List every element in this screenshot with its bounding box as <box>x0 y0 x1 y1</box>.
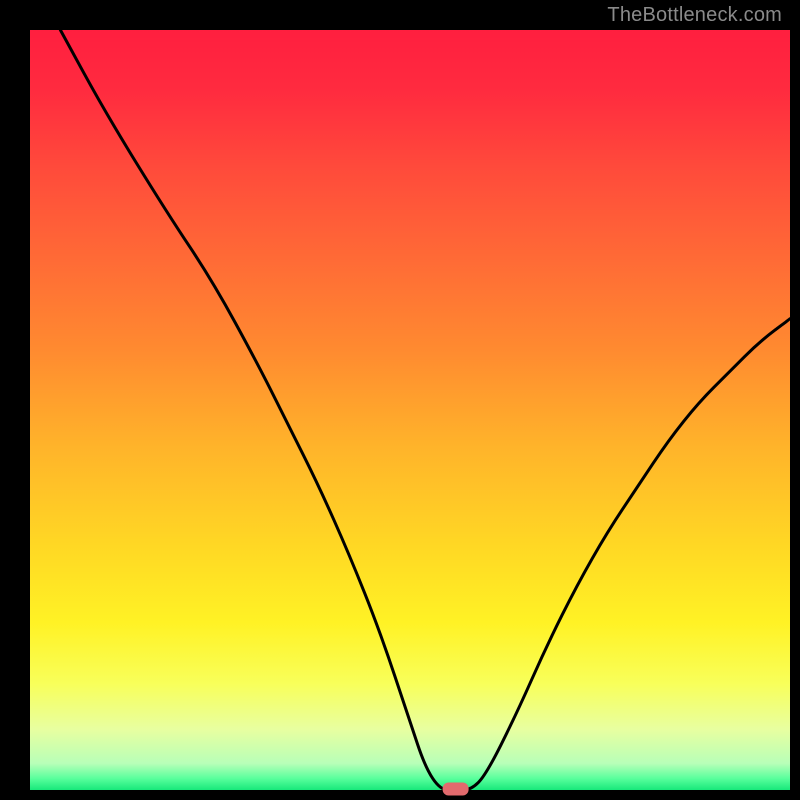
plot-background <box>30 30 790 790</box>
bottleneck-chart <box>0 0 800 800</box>
optimal-marker <box>443 783 469 796</box>
chart-container: TheBottleneck.com <box>0 0 800 800</box>
watermark-text: TheBottleneck.com <box>607 4 782 27</box>
